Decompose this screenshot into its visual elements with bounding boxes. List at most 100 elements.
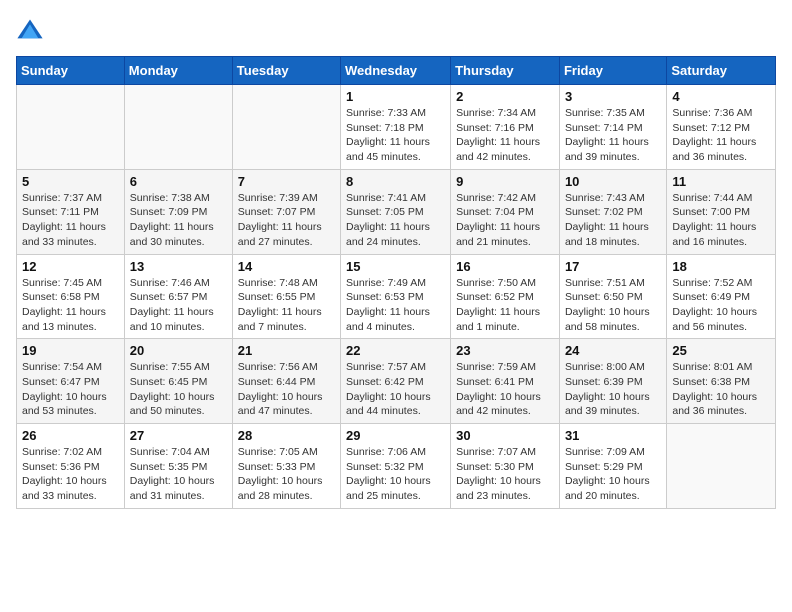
calendar-day-cell: 3 Sunrise: 7:35 AM Sunset: 7:14 PM Daylig…	[559, 85, 666, 170]
day-of-week-header: Wednesday	[341, 57, 451, 85]
calendar-day-cell: 14Sunrise: 7:48 AM Sunset: 6:55 PM Dayli…	[232, 254, 340, 339]
calendar-day-cell: 18 Sunrise: 7:52 AM Sunset: 6:49 PM Dayli…	[667, 254, 776, 339]
calendar-day-cell: 8 Sunrise: 7:41 AM Sunset: 7:05 PM Daylig…	[341, 169, 451, 254]
calendar-day-cell: 11 Sunrise: 7:44 AM Sunset: 7:00 PM Dayli…	[667, 169, 776, 254]
day-number: 10	[565, 174, 661, 189]
calendar-day-cell: 4 Sunrise: 7:36 AM Sunset: 7:12 PM Daylig…	[667, 85, 776, 170]
day-number: 21	[238, 343, 335, 358]
day-number: 2	[456, 89, 554, 104]
day-number: 14	[238, 259, 335, 274]
calendar-day-cell: 2 Sunrise: 7:34 AM Sunset: 7:16 PM Daylig…	[451, 85, 560, 170]
day-info: Sunrise: 7:49 AM Sunset: 6:53 PM Dayligh…	[346, 276, 445, 335]
day-info: Sunrise: 7:37 AM Sunset: 7:11 PM Dayligh…	[22, 191, 119, 250]
calendar-day-cell	[232, 85, 340, 170]
day-number: 16	[456, 259, 554, 274]
day-number: 8	[346, 174, 445, 189]
day-number: 24	[565, 343, 661, 358]
day-of-week-header: Monday	[124, 57, 232, 85]
calendar-day-cell: 23Sunrise: 7:59 AM Sunset: 6:41 PM Dayli…	[451, 339, 560, 424]
calendar-day-cell: 31 Sunrise: 7:09 AM Sunset: 5:29 PM Dayli…	[559, 424, 666, 509]
calendar-day-cell: 12 Sunrise: 7:45 AM Sunset: 6:58 PM Dayli…	[17, 254, 125, 339]
day-number: 9	[456, 174, 554, 189]
day-number: 19	[22, 343, 119, 358]
calendar-day-cell: 6 Sunrise: 7:38 AM Sunset: 7:09 PM Daylig…	[124, 169, 232, 254]
day-info: Sunrise: 7:41 AM Sunset: 7:05 PM Dayligh…	[346, 191, 445, 250]
day-number: 12	[22, 259, 119, 274]
day-info: Sunrise: 7:05 AM Sunset: 5:33 PM Dayligh…	[238, 445, 335, 504]
calendar-day-cell: 20 Sunrise: 7:55 AM Sunset: 6:45 PM Dayli…	[124, 339, 232, 424]
day-info: Sunrise: 7:36 AM Sunset: 7:12 PM Dayligh…	[672, 106, 770, 165]
day-info: Sunrise: 7:42 AM Sunset: 7:04 PM Dayligh…	[456, 191, 554, 250]
page-header	[16, 16, 776, 44]
day-number: 28	[238, 428, 335, 443]
day-info: Sunrise: 7:52 AM Sunset: 6:49 PM Dayligh…	[672, 276, 770, 335]
calendar-day-cell: 19 Sunrise: 7:54 AM Sunset: 6:47 PM Dayli…	[17, 339, 125, 424]
day-info: Sunrise: 7:46 AM Sunset: 6:57 PM Dayligh…	[130, 276, 227, 335]
day-number: 27	[130, 428, 227, 443]
day-of-week-header: Thursday	[451, 57, 560, 85]
day-of-week-header: Friday	[559, 57, 666, 85]
day-info: Sunrise: 7:06 AM Sunset: 5:32 PM Dayligh…	[346, 445, 445, 504]
day-number: 13	[130, 259, 227, 274]
day-of-week-header: Tuesday	[232, 57, 340, 85]
day-info: Sunrise: 7:07 AM Sunset: 5:30 PM Dayligh…	[456, 445, 554, 504]
day-info: Sunrise: 7:44 AM Sunset: 7:00 PM Dayligh…	[672, 191, 770, 250]
day-info: Sunrise: 7:50 AM Sunset: 6:52 PM Dayligh…	[456, 276, 554, 335]
day-number: 3	[565, 89, 661, 104]
day-info: Sunrise: 7:34 AM Sunset: 7:16 PM Dayligh…	[456, 106, 554, 165]
day-number: 18	[672, 259, 770, 274]
calendar-day-cell: 5 Sunrise: 7:37 AM Sunset: 7:11 PM Daylig…	[17, 169, 125, 254]
day-info: Sunrise: 7:59 AM Sunset: 6:41 PM Dayligh…	[456, 360, 554, 419]
day-number: 11	[672, 174, 770, 189]
calendar-day-cell: 26 Sunrise: 7:02 AM Sunset: 5:36 PM Dayli…	[17, 424, 125, 509]
day-info: Sunrise: 7:43 AM Sunset: 7:02 PM Dayligh…	[565, 191, 661, 250]
day-number: 6	[130, 174, 227, 189]
calendar-day-cell: 9 Sunrise: 7:42 AM Sunset: 7:04 PM Daylig…	[451, 169, 560, 254]
day-info: Sunrise: 7:09 AM Sunset: 5:29 PM Dayligh…	[565, 445, 661, 504]
calendar-day-cell: 25 Sunrise: 8:01 AM Sunset: 6:38 PM Dayli…	[667, 339, 776, 424]
calendar-day-cell: 7 Sunrise: 7:39 AM Sunset: 7:07 PM Daylig…	[232, 169, 340, 254]
calendar-day-cell: 27Sunrise: 7:04 AM Sunset: 5:35 PM Dayli…	[124, 424, 232, 509]
day-info: Sunrise: 8:00 AM Sunset: 6:39 PM Dayligh…	[565, 360, 661, 419]
logo-icon	[16, 16, 44, 44]
day-info: Sunrise: 7:55 AM Sunset: 6:45 PM Dayligh…	[130, 360, 227, 419]
calendar-week-row: 19 Sunrise: 7:54 AM Sunset: 6:47 PM Dayli…	[17, 339, 776, 424]
day-number: 15	[346, 259, 445, 274]
calendar-day-cell: 22Sunrise: 7:57 AM Sunset: 6:42 PM Dayli…	[341, 339, 451, 424]
day-number: 31	[565, 428, 661, 443]
day-number: 5	[22, 174, 119, 189]
day-info: Sunrise: 7:35 AM Sunset: 7:14 PM Dayligh…	[565, 106, 661, 165]
day-of-week-header: Sunday	[17, 57, 125, 85]
calendar-day-cell: 13 Sunrise: 7:46 AM Sunset: 6:57 PM Dayli…	[124, 254, 232, 339]
calendar-header-row: SundayMondayTuesdayWednesdayThursdayFrid…	[17, 57, 776, 85]
day-info: Sunrise: 7:39 AM Sunset: 7:07 PM Dayligh…	[238, 191, 335, 250]
day-number: 26	[22, 428, 119, 443]
day-number: 7	[238, 174, 335, 189]
calendar-day-cell	[667, 424, 776, 509]
calendar-day-cell: 16 Sunrise: 7:50 AM Sunset: 6:52 PM Dayli…	[451, 254, 560, 339]
day-info: Sunrise: 7:45 AM Sunset: 6:58 PM Dayligh…	[22, 276, 119, 335]
calendar-day-cell	[17, 85, 125, 170]
day-number: 17	[565, 259, 661, 274]
day-info: Sunrise: 7:02 AM Sunset: 5:36 PM Dayligh…	[22, 445, 119, 504]
calendar-day-cell: 28 Sunrise: 7:05 AM Sunset: 5:33 PM Dayli…	[232, 424, 340, 509]
calendar-day-cell: 30 Sunrise: 7:07 AM Sunset: 5:30 PM Dayli…	[451, 424, 560, 509]
calendar-week-row: 12 Sunrise: 7:45 AM Sunset: 6:58 PM Dayli…	[17, 254, 776, 339]
day-number: 4	[672, 89, 770, 104]
day-info: Sunrise: 7:54 AM Sunset: 6:47 PM Dayligh…	[22, 360, 119, 419]
day-info: Sunrise: 7:56 AM Sunset: 6:44 PM Dayligh…	[238, 360, 335, 419]
calendar-week-row: 26 Sunrise: 7:02 AM Sunset: 5:36 PM Dayli…	[17, 424, 776, 509]
day-number: 29	[346, 428, 445, 443]
calendar-day-cell: 17Sunrise: 7:51 AM Sunset: 6:50 PM Dayli…	[559, 254, 666, 339]
calendar-day-cell	[124, 85, 232, 170]
day-number: 20	[130, 343, 227, 358]
day-info: Sunrise: 7:38 AM Sunset: 7:09 PM Dayligh…	[130, 191, 227, 250]
day-number: 25	[672, 343, 770, 358]
calendar-day-cell: 10 Sunrise: 7:43 AM Sunset: 7:02 PM Dayli…	[559, 169, 666, 254]
logo	[16, 16, 48, 44]
day-number: 22	[346, 343, 445, 358]
day-info: Sunrise: 8:01 AM Sunset: 6:38 PM Dayligh…	[672, 360, 770, 419]
day-number: 30	[456, 428, 554, 443]
day-number: 1	[346, 89, 445, 104]
calendar-week-row: 5 Sunrise: 7:37 AM Sunset: 7:11 PM Daylig…	[17, 169, 776, 254]
